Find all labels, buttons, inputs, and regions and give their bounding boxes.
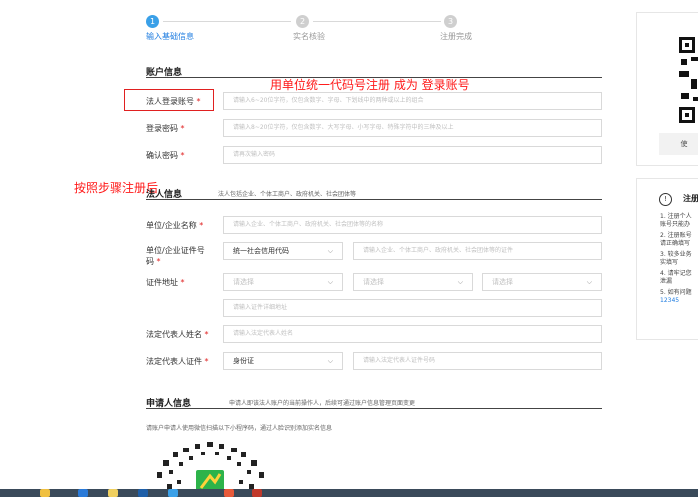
note-line: 1. 注册个人: [660, 213, 692, 220]
chevron-down-icon: ⌵: [327, 247, 333, 255]
step-3-label: 注册完成: [440, 32, 472, 41]
taskbar-app-icon[interactable]: [40, 489, 50, 497]
taskbar: [0, 489, 698, 497]
notes-list: 1. 注册个人 账号只能办 2. 注册账号 请正确填写 3. 较多业务 实填写 …: [660, 213, 698, 305]
note-line: 4. 请牢记您: [660, 270, 692, 277]
password-label: 登录密码 *: [146, 124, 185, 133]
note-line: 实填写: [660, 259, 679, 266]
login-account-label: 法人登录账号 *: [146, 97, 201, 106]
cert-number-label: 单位/企业证件号码 *: [146, 246, 205, 266]
qr-card: 使: [636, 12, 698, 166]
step-1-circle: 1: [146, 15, 159, 28]
note-line: 12345: [660, 297, 680, 304]
note-line: 2. 注册账号: [660, 232, 692, 239]
legal-section-rule: [146, 199, 602, 200]
cert-type-select[interactable]: 统一社会信用代码 ⌵: [223, 242, 343, 260]
note-line: 3. 较多业务: [660, 251, 692, 258]
rep-cert-type-select[interactable]: 身份证 ⌵: [223, 352, 343, 370]
step-2-label: 实名核验: [293, 32, 325, 41]
rep-name-input[interactable]: 请输入法定代表人姓名: [223, 325, 602, 343]
qr-action-button[interactable]: 使: [659, 133, 698, 155]
city-select[interactable]: 请选择 ⌵: [353, 273, 473, 291]
applicant-section-rule: [146, 408, 602, 409]
unit-name-label: 单位/企业名称 *: [146, 221, 204, 230]
cert-number-input[interactable]: 请输入企业、个体工商户、政府机关、社会团体等的证件: [353, 242, 602, 260]
note-line: 5. 如有问题: [660, 289, 692, 296]
qr-code: [677, 35, 698, 127]
chevron-down-icon: ⌵: [327, 278, 333, 286]
taskbar-app-icon[interactable]: [252, 489, 262, 497]
chevron-down-icon: ⌵: [586, 278, 592, 286]
taskbar-app-icon[interactable]: [108, 489, 118, 497]
info-icon: !: [659, 193, 672, 206]
chevron-down-icon: ⌵: [327, 357, 333, 365]
applicant-description: 请账户申请人使用微信扫描以下小程序码，通过人脸识别添加实名信息: [146, 425, 333, 432]
notes-card: ! 注册 1. 注册个人 账号只能办 2. 注册账号 请正确填写 3. 较多业务…: [636, 178, 698, 340]
confirm-password-label: 确认密码 *: [146, 151, 185, 160]
password-input[interactable]: 请输入8~20位字符，仅包含数字、大写字母、小写字母、特殊字符中的三种及以上: [223, 119, 602, 137]
rep-cert-number-input[interactable]: 请输入法定代表人证件号码: [353, 352, 602, 370]
step-connector-1: [163, 21, 291, 22]
address-label: 证件地址 *: [146, 278, 185, 287]
rep-name-label: 法定代表人姓名 *: [146, 330, 209, 339]
note-line: 请正确填写: [660, 240, 691, 247]
confirm-password-input[interactable]: 请再次输入密码: [223, 146, 602, 164]
unit-name-input[interactable]: 请输入企业、个体工商户、政府机关、社会团体等的名称: [223, 216, 602, 234]
notes-title: 注册: [683, 194, 698, 203]
chevron-down-icon: ⌵: [457, 278, 463, 286]
annotation-top: 用单位统一代码号注册 成为 登录账号: [270, 78, 470, 92]
note-line: 账号只能办: [660, 221, 691, 228]
taskbar-app-icon[interactable]: [78, 489, 88, 497]
taskbar-app-icon[interactable]: [138, 489, 148, 497]
note-line: 泄漏: [660, 278, 673, 285]
taskbar-app-icon[interactable]: [168, 489, 178, 497]
step-connector-2: [313, 21, 441, 22]
login-account-input[interactable]: 请输入6~20位字符，仅包含数字、字母、下划线中的两种或以上的组合: [223, 92, 602, 110]
taskbar-app-icon[interactable]: [224, 489, 234, 497]
rep-cert-label: 法定代表人证件 *: [146, 357, 209, 366]
step-2-circle: 2: [296, 15, 309, 28]
address-detail-input[interactable]: 请输入证件详细地址: [223, 299, 602, 317]
legal-section-hint: 法人包括企业、个体工商户、政府机关、社会团体等: [218, 191, 357, 198]
step-1-label: 输入基础信息: [146, 32, 194, 41]
applicant-section-hint: 申请人即该法人账户的当前操作人，后续可通过账户信息管理页面变更: [229, 400, 416, 407]
province-select[interactable]: 请选择 ⌵: [223, 273, 343, 291]
step-3-circle: 3: [444, 15, 457, 28]
district-select[interactable]: 请选择 ⌵: [482, 273, 602, 291]
